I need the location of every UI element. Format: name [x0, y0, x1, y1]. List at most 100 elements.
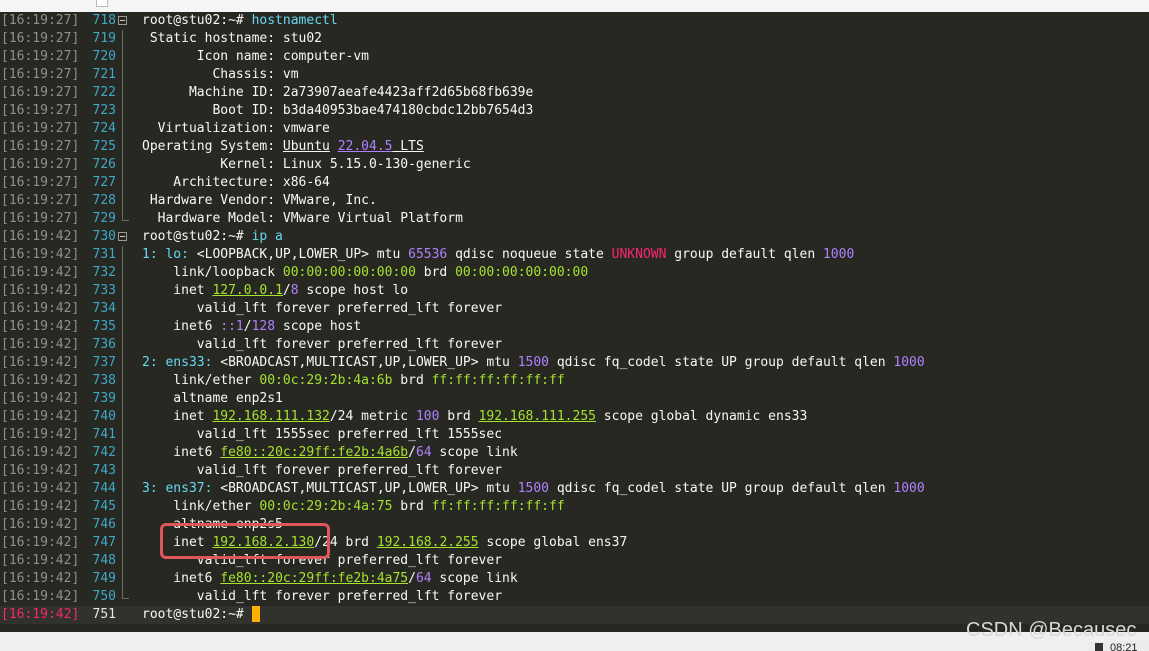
text-segment: scope global dynamic ens33 [595, 409, 808, 424]
terminal-line: [16:19:27] 729 Hardware Model: VMware Vir… [0, 210, 1149, 228]
text-segment: Hardware Vendor: VMware, Inc. [142, 193, 377, 208]
text-segment: link/loopback [142, 265, 283, 280]
fold-toggle-icon[interactable] [118, 232, 127, 241]
text-segment: ip a [251, 229, 283, 244]
terminal-line: [16:19:42] 735 inet6 ::1/128 scope host [0, 318, 1149, 336]
text-segment: fe80::20c:29ff:fe2b:4a6b [220, 445, 409, 460]
line-text: root@stu02:~# ip a [142, 228, 283, 246]
line-timestamp: [16:19:42] [1, 337, 80, 352]
text-segment: Boot ID: b3da40953bae474180cbdc12bb7654d… [142, 103, 534, 118]
text-segment: fe80::20c:29ff:fe2b:4a75 [220, 571, 409, 586]
terminal-line: [16:19:27] 727 Architecture: x86-64 [0, 174, 1149, 192]
line-text: valid_lft forever preferred_lft forever [142, 336, 502, 354]
terminal-line: [16:19:42] 740 inet 192.168.111.132/24 me… [0, 408, 1149, 426]
terminal-line: [16:19:27] 726 Kernel: Linux 5.15.0-130-g… [0, 156, 1149, 174]
text-segment: inet [142, 409, 213, 424]
line-timestamp: [16:19:42] [1, 409, 80, 424]
terminal-line: [16:19:42] 738 link/ether 00:0c:29:2b:4a:… [0, 372, 1149, 390]
line-text: valid_lft forever preferred_lft forever [142, 588, 502, 606]
fold-toggle-icon[interactable] [118, 16, 127, 25]
line-timestamp: [16:19:27] [1, 49, 80, 64]
terminal-line: [16:19:42] 737 2: ens33: <BROADCAST,MULTIC… [0, 354, 1149, 372]
text-segment: / [282, 283, 291, 298]
fold-guide [122, 318, 123, 336]
terminal-line: [16:19:42] 750 valid_lft forever preferre… [0, 588, 1149, 606]
line-text: valid_lft forever preferred_lft forever [142, 300, 502, 318]
line-number: 740 [92, 409, 116, 424]
text-segment: ff:ff:ff:ff:ff:ff [431, 499, 565, 514]
line-text: link/loopback 00:00:00:00:00:00 brd 00:0… [142, 264, 588, 282]
text-segment: inet [142, 283, 213, 298]
line-timestamp: [16:19:27] [1, 139, 80, 154]
fold-guide [122, 264, 123, 282]
text-segment: 128 [251, 319, 276, 334]
terminal-line: [16:19:42] 742 inet6 fe80::20c:29ff:fe2b:… [0, 444, 1149, 462]
text-segment: 1000 [893, 481, 925, 496]
text-segment: 1500 [517, 355, 550, 370]
text-segment: <BROADCAST,MULTICAST,UP,LOWER_UP> [220, 481, 479, 496]
highlight-box-ens37-inet [160, 523, 330, 559]
line-timestamp: [16:19:42] [1, 391, 80, 406]
system-tray: 08:21 [1088, 641, 1149, 651]
text-segment: Operating System: [142, 139, 283, 154]
line-timestamp: [16:19:42] [1, 229, 80, 244]
fold-end-guide [122, 588, 129, 599]
fold-guide [122, 84, 123, 102]
line-timestamp: [16:19:27] [1, 31, 80, 46]
line-number: 743 [92, 463, 116, 478]
line-number: 721 [92, 67, 116, 82]
text-segment: Kernel: Linux 5.15.0-130-generic [142, 157, 471, 172]
text-segment: 100 [415, 409, 440, 424]
fold-guide [122, 48, 123, 66]
line-number: 742 [92, 445, 116, 460]
line-timestamp: [16:19:27] [1, 67, 80, 82]
line-number: 748 [92, 553, 116, 568]
text-segment: link/ether [142, 499, 260, 514]
line-number: 719 [92, 31, 116, 46]
line-text: Kernel: Linux 5.15.0-130-generic [142, 156, 471, 174]
fold-guide [122, 354, 123, 372]
line-timestamp: [16:19:42] [1, 301, 80, 316]
terminal-line: [16:19:42] 743 valid_lft forever preferre… [0, 462, 1149, 480]
line-timestamp: [16:19:42] [1, 247, 80, 262]
line-number: 726 [92, 157, 116, 172]
line-number: 744 [92, 481, 116, 496]
text-segment: Virtualization: vmware [142, 121, 330, 136]
text-segment: 127.0.0.1 [212, 283, 283, 298]
line-number: 728 [92, 193, 116, 208]
line-number: 737 [92, 355, 116, 370]
fold-guide [122, 102, 123, 120]
text-segment: scope link [431, 571, 518, 586]
text-segment: hostnamectl [251, 13, 338, 28]
fold-guide [122, 120, 123, 138]
text-segment: Architecture: x86-64 [142, 175, 330, 190]
text-segment: inet6 [142, 445, 221, 460]
text-segment: valid_lft 1555sec preferred_lft 1555sec [142, 427, 503, 442]
fold-guide [122, 570, 123, 588]
terminal-line: [16:19:42] 730 root@stu02:~# ip a [0, 228, 1149, 246]
line-text: Operating System: Ubuntu 22.04.5 LTS [142, 138, 424, 156]
text-segment: <LOOPBACK,UP,LOWER_UP> [196, 247, 369, 262]
text-segment: ff:ff:ff:ff:ff:ff [431, 373, 565, 388]
text-segment: link/ether [142, 373, 260, 388]
fold-end-guide [122, 210, 129, 221]
text-segment: 00:0c:29:2b:4a:75 [259, 499, 393, 514]
text-segment: <BROADCAST,MULTICAST,UP,LOWER_UP> [220, 355, 479, 370]
text-segment: 00:00:00:00:00:00 [455, 265, 589, 280]
text-segment: 1: lo: [142, 247, 197, 262]
text-segment: group default qlen [666, 247, 823, 262]
line-text: Chassis: vm [142, 66, 298, 84]
line-text: Icon name: computer-vm [142, 48, 369, 66]
text-segment: brd [415, 265, 456, 280]
line-text: inet 127.0.0.1/8 scope host lo [142, 282, 408, 300]
text-segment: 192.168.111.255 [478, 409, 596, 424]
text-segment: 2: ens33: [142, 355, 221, 370]
line-number: 731 [92, 247, 116, 262]
text-segment: mtu [478, 481, 518, 496]
text-segment: 65536 [408, 247, 448, 262]
line-text: 1: lo: <LOOPBACK,UP,LOWER_UP> mtu 65536 … [142, 246, 854, 264]
line-text: link/ether 00:0c:29:2b:4a:75 brd ff:ff:f… [142, 498, 565, 516]
terminal-line: [16:19:42] 731 1: lo: <LOOPBACK,UP,LOWER_U… [0, 246, 1149, 264]
line-text: 2: ens33: <BROADCAST,MULTICAST,UP,LOWER_… [142, 354, 925, 372]
line-timestamp: [16:19:42] [1, 571, 80, 586]
